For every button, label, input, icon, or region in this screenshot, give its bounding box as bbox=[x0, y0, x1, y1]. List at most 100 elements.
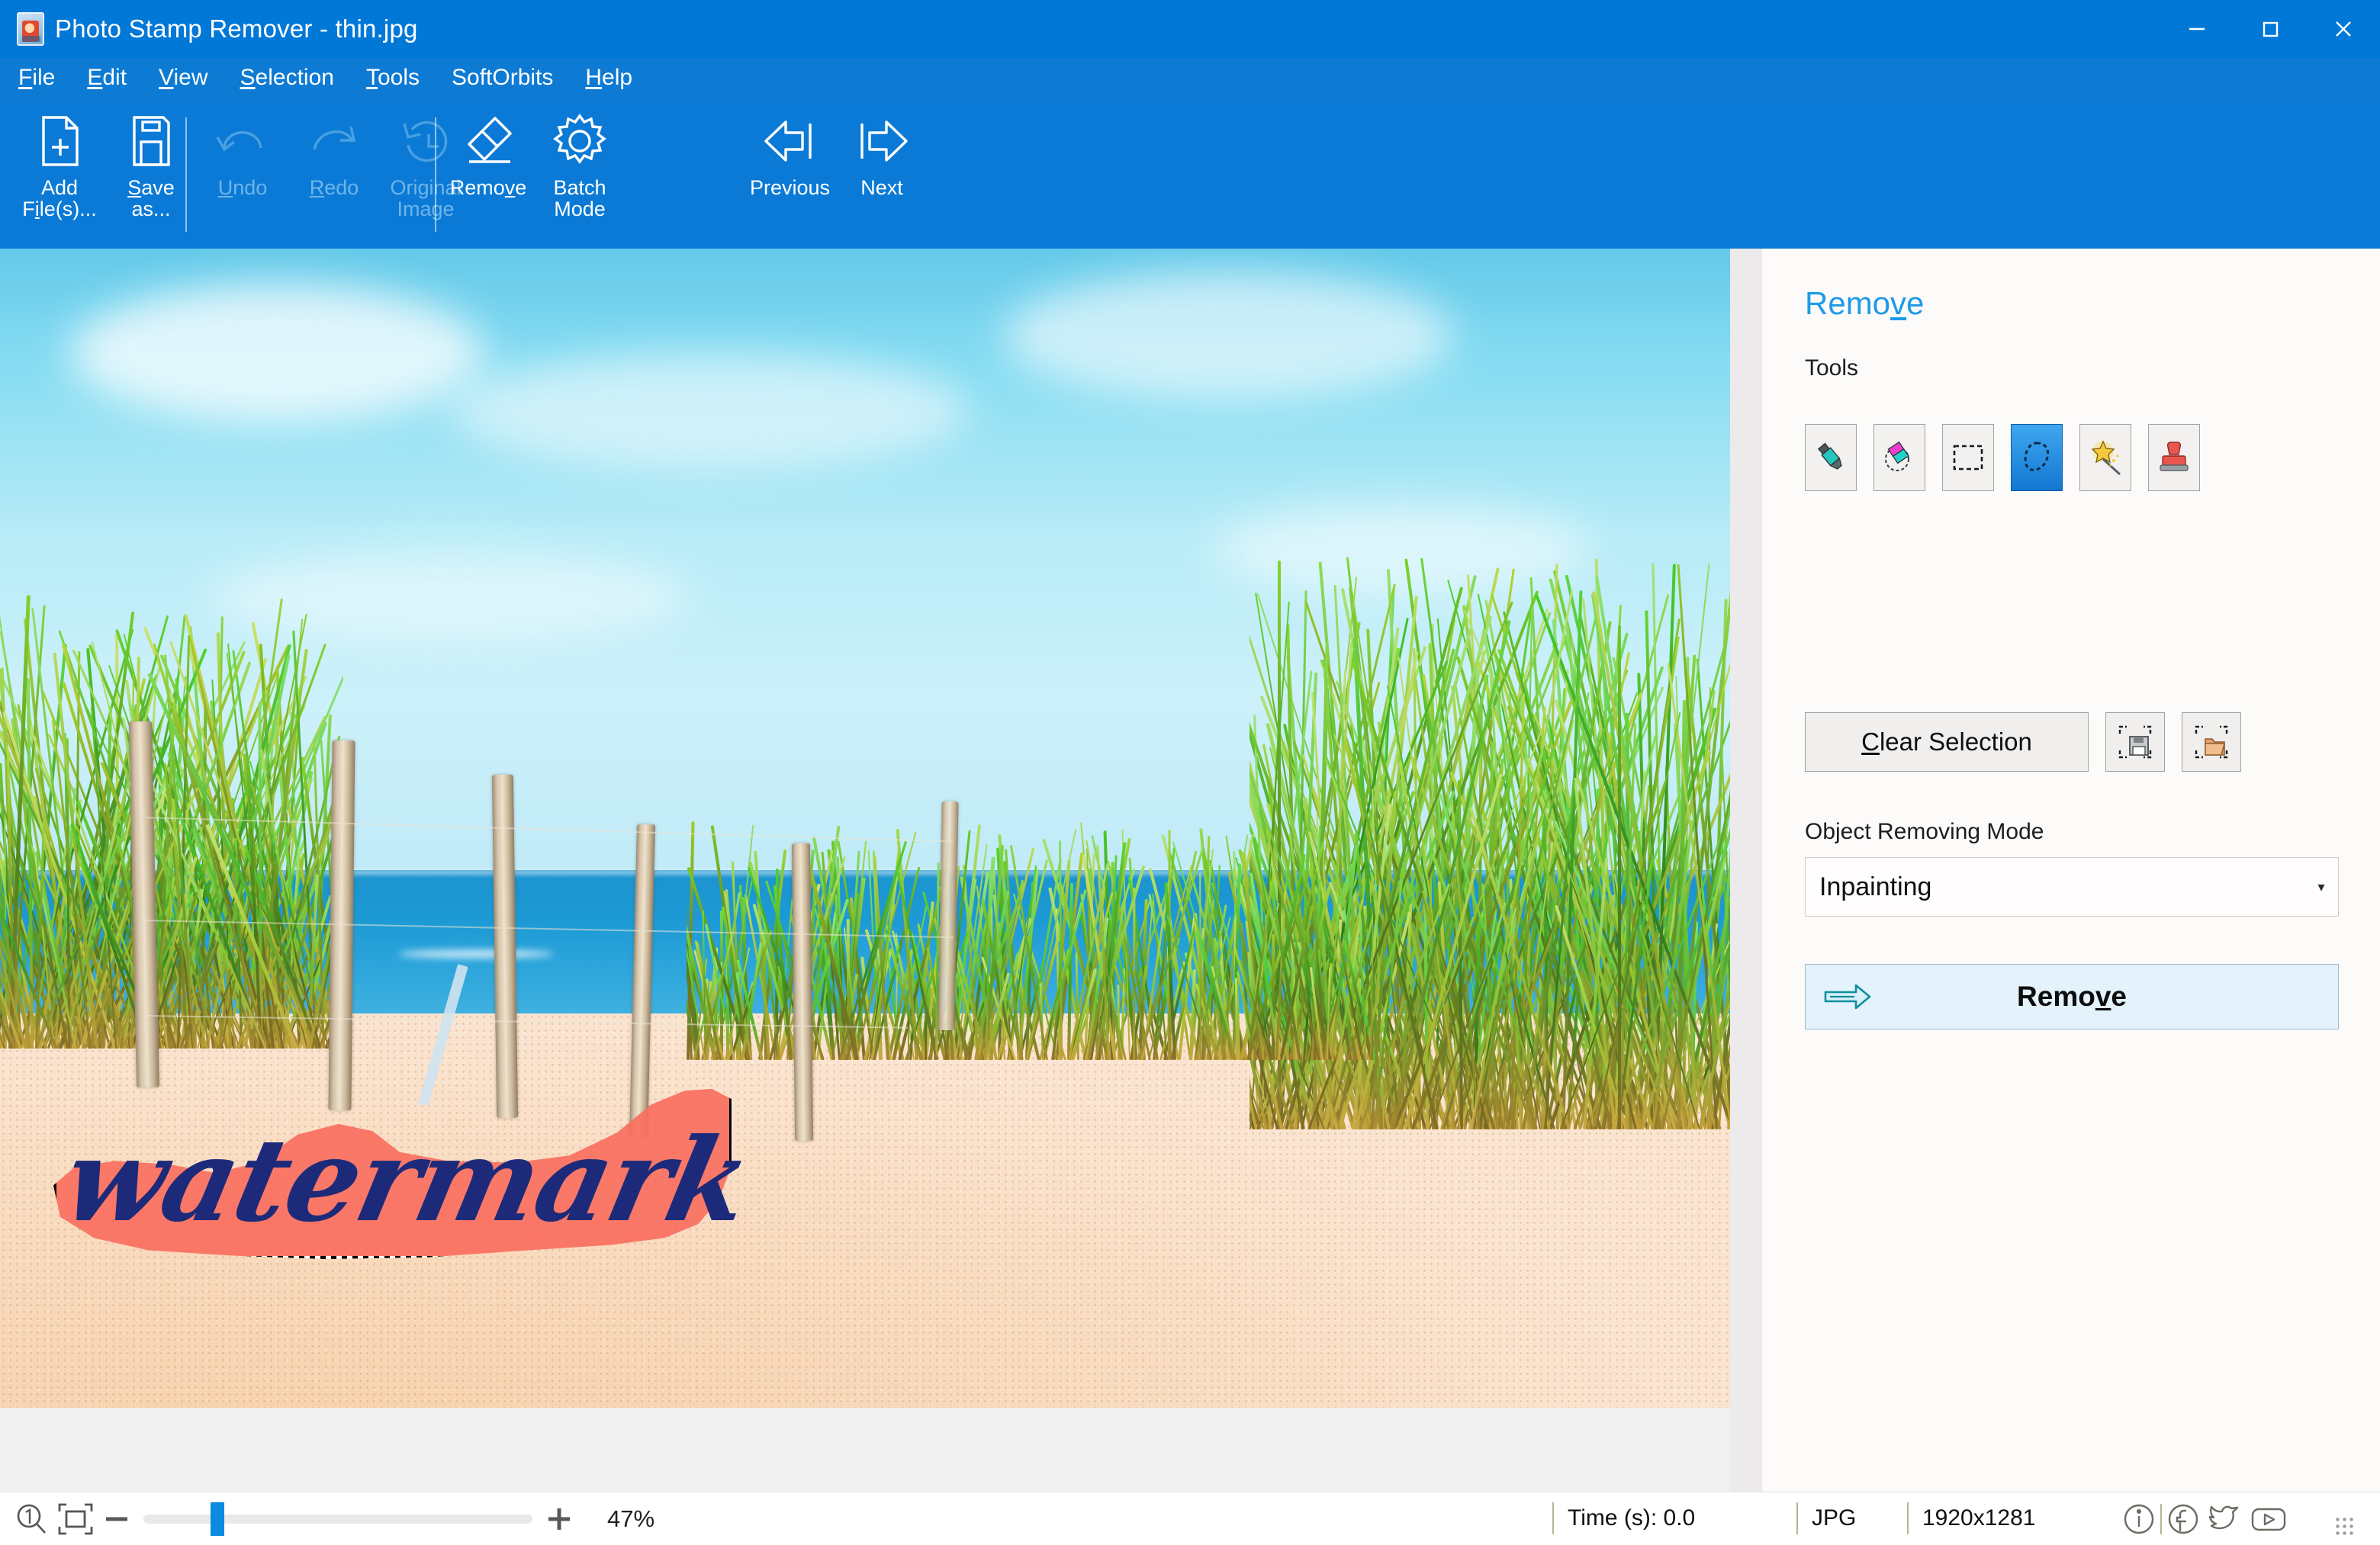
facebook-button[interactable] bbox=[2162, 1492, 2205, 1545]
magic-wand-icon bbox=[2086, 439, 2124, 476]
tool-rectangle-select[interactable] bbox=[1942, 424, 1994, 491]
image-format-label: JPG bbox=[1798, 1505, 1870, 1531]
toolbar-group-actions: Remove Batch Mode bbox=[442, 98, 626, 249]
panel-splitter[interactable] bbox=[1730, 249, 1762, 1492]
save-selection-icon bbox=[2117, 724, 2153, 760]
save-selection-button[interactable] bbox=[2105, 712, 2165, 772]
window-controls bbox=[2160, 0, 2380, 58]
add-files-label: Add File(s)... bbox=[22, 177, 97, 220]
object-removing-mode-select[interactable]: Inpainting ▾ bbox=[1805, 857, 2339, 917]
cloud bbox=[1003, 271, 1453, 399]
fit-to-window-button[interactable] bbox=[56, 1502, 95, 1537]
zoom-1to1-icon bbox=[14, 1502, 49, 1537]
youtube-button[interactable] bbox=[2247, 1492, 2290, 1545]
redo-icon bbox=[305, 111, 363, 171]
arrow-right-thick-icon bbox=[1806, 981, 1890, 1012]
photo-preview[interactable]: watermark bbox=[0, 249, 1730, 1408]
info-button[interactable] bbox=[2118, 1492, 2160, 1545]
tools-label: Tools bbox=[1805, 355, 1858, 381]
title-bar: Photo Stamp Remover - thin.jpg bbox=[0, 0, 2380, 58]
menu-item-edit[interactable]: Edit bbox=[87, 66, 127, 89]
save-as-button[interactable]: Save as... bbox=[105, 111, 197, 220]
panel-title[interactable]: Remove bbox=[1805, 285, 1924, 322]
menu-item-help[interactable]: Help bbox=[585, 66, 632, 89]
object-removing-mode-label: Object Removing Mode bbox=[1805, 819, 2044, 845]
zoom-slider[interactable] bbox=[143, 1514, 532, 1524]
status-dimensions-group: 1920x1281 bbox=[1907, 1502, 2049, 1534]
menu-item-view[interactable]: View bbox=[159, 66, 207, 89]
zoom-out-button[interactable] bbox=[95, 1504, 139, 1534]
redo-button[interactable]: Redo bbox=[288, 111, 380, 198]
menu-item-softorbits[interactable]: SoftOrbits bbox=[452, 66, 553, 89]
menu-item-file[interactable]: File bbox=[18, 66, 55, 89]
tool-lasso-select[interactable] bbox=[2011, 424, 2063, 491]
previous-button[interactable]: Previous bbox=[744, 111, 836, 198]
remove-button[interactable]: Remove bbox=[1805, 964, 2339, 1029]
rectangle-select-icon bbox=[1951, 442, 1985, 473]
add-file-icon bbox=[36, 111, 83, 171]
batch-mode-button[interactable]: Batch Mode bbox=[534, 111, 626, 220]
zoom-slider-thumb[interactable] bbox=[211, 1502, 224, 1536]
remove-toolbar-button[interactable]: Remove bbox=[442, 111, 534, 198]
cloud bbox=[69, 284, 484, 422]
toolbar-group-history: Undo Redo Original Image bbox=[197, 98, 471, 249]
batch-mode-label: Batch Mode bbox=[553, 177, 606, 220]
twitter-button[interactable] bbox=[2205, 1492, 2247, 1545]
next-label: Next bbox=[860, 177, 903, 198]
info-icon bbox=[2121, 1502, 2156, 1537]
add-files-button[interactable]: Add File(s)... bbox=[14, 111, 105, 220]
tool-magic-wand[interactable] bbox=[2079, 424, 2131, 491]
toolbar-group-file: Add File(s)... Save as... bbox=[14, 98, 197, 249]
status-format-group: JPG bbox=[1796, 1502, 1870, 1534]
lasso-select-icon bbox=[2020, 440, 2054, 475]
facebook-icon bbox=[2166, 1502, 2201, 1537]
menu-item-tools[interactable]: Tools bbox=[366, 66, 420, 89]
eraser-icon bbox=[459, 111, 517, 171]
watermark-selection[interactable]: watermark bbox=[53, 1084, 732, 1259]
load-selection-icon bbox=[2193, 724, 2230, 760]
menu-item-selection[interactable]: Selection bbox=[240, 66, 334, 89]
resize-grip[interactable] bbox=[2334, 1516, 2354, 1536]
close-button[interactable] bbox=[2307, 0, 2380, 58]
clone-stamp-icon bbox=[2157, 439, 2191, 476]
chevron-down-icon: ▾ bbox=[2304, 879, 2338, 895]
remove-toolbar-label: Remove bbox=[450, 177, 527, 198]
zoom-percent-label: 47% bbox=[607, 1505, 654, 1533]
minimize-button[interactable] bbox=[2160, 0, 2234, 58]
cloud bbox=[450, 353, 969, 469]
app-icon bbox=[17, 12, 44, 46]
next-button[interactable]: Next bbox=[836, 111, 928, 198]
undo-label: Undo bbox=[218, 177, 268, 198]
eraser-tool-icon bbox=[1880, 439, 1918, 476]
remove-button-label: Remove bbox=[1890, 981, 2338, 1013]
tool-eraser[interactable] bbox=[1873, 424, 1925, 491]
toolbar-group-navigation: Previous Next bbox=[744, 98, 928, 249]
tool-marker[interactable] bbox=[1805, 424, 1857, 491]
undo-button[interactable]: Undo bbox=[197, 111, 288, 198]
selection-actions: Clear Selection bbox=[1805, 712, 2241, 772]
arrow-right-icon bbox=[851, 111, 912, 171]
processing-time-label: Time (s): 0.0 bbox=[1554, 1505, 1709, 1531]
tools-palette bbox=[1805, 424, 2200, 491]
toolbar-separator-1 bbox=[185, 117, 187, 232]
image-dimensions-label: 1920x1281 bbox=[1909, 1505, 2049, 1531]
tool-clone-stamp[interactable] bbox=[2148, 424, 2200, 491]
status-time-group: Time (s): 0.0 bbox=[1552, 1502, 1709, 1534]
gear-icon bbox=[552, 111, 608, 171]
load-selection-button[interactable] bbox=[2182, 712, 2241, 772]
watermark-text: watermark bbox=[55, 1123, 735, 1238]
window-title: Photo Stamp Remover - thin.jpg bbox=[55, 14, 418, 43]
status-bar: 47% Time (s): 0.0 JPG 1920x1281 bbox=[0, 1492, 2380, 1545]
twitter-icon bbox=[2207, 1502, 2245, 1537]
right-panel: Remove Tools C lear Selection Object Rem… bbox=[1762, 249, 2380, 1492]
youtube-icon bbox=[2249, 1502, 2288, 1537]
clear-selection-button[interactable]: Clear Selection bbox=[1805, 712, 2089, 772]
fit-to-window-icon bbox=[56, 1502, 95, 1537]
zoom-actual-size-button[interactable] bbox=[14, 1502, 49, 1537]
maximize-button[interactable] bbox=[2234, 0, 2307, 58]
image-canvas[interactable]: watermark bbox=[0, 249, 1730, 1492]
zoom-in-button[interactable] bbox=[537, 1504, 581, 1534]
undo-icon bbox=[214, 111, 272, 171]
redo-label: Redo bbox=[310, 177, 359, 198]
dune-grass-left bbox=[0, 591, 343, 1049]
